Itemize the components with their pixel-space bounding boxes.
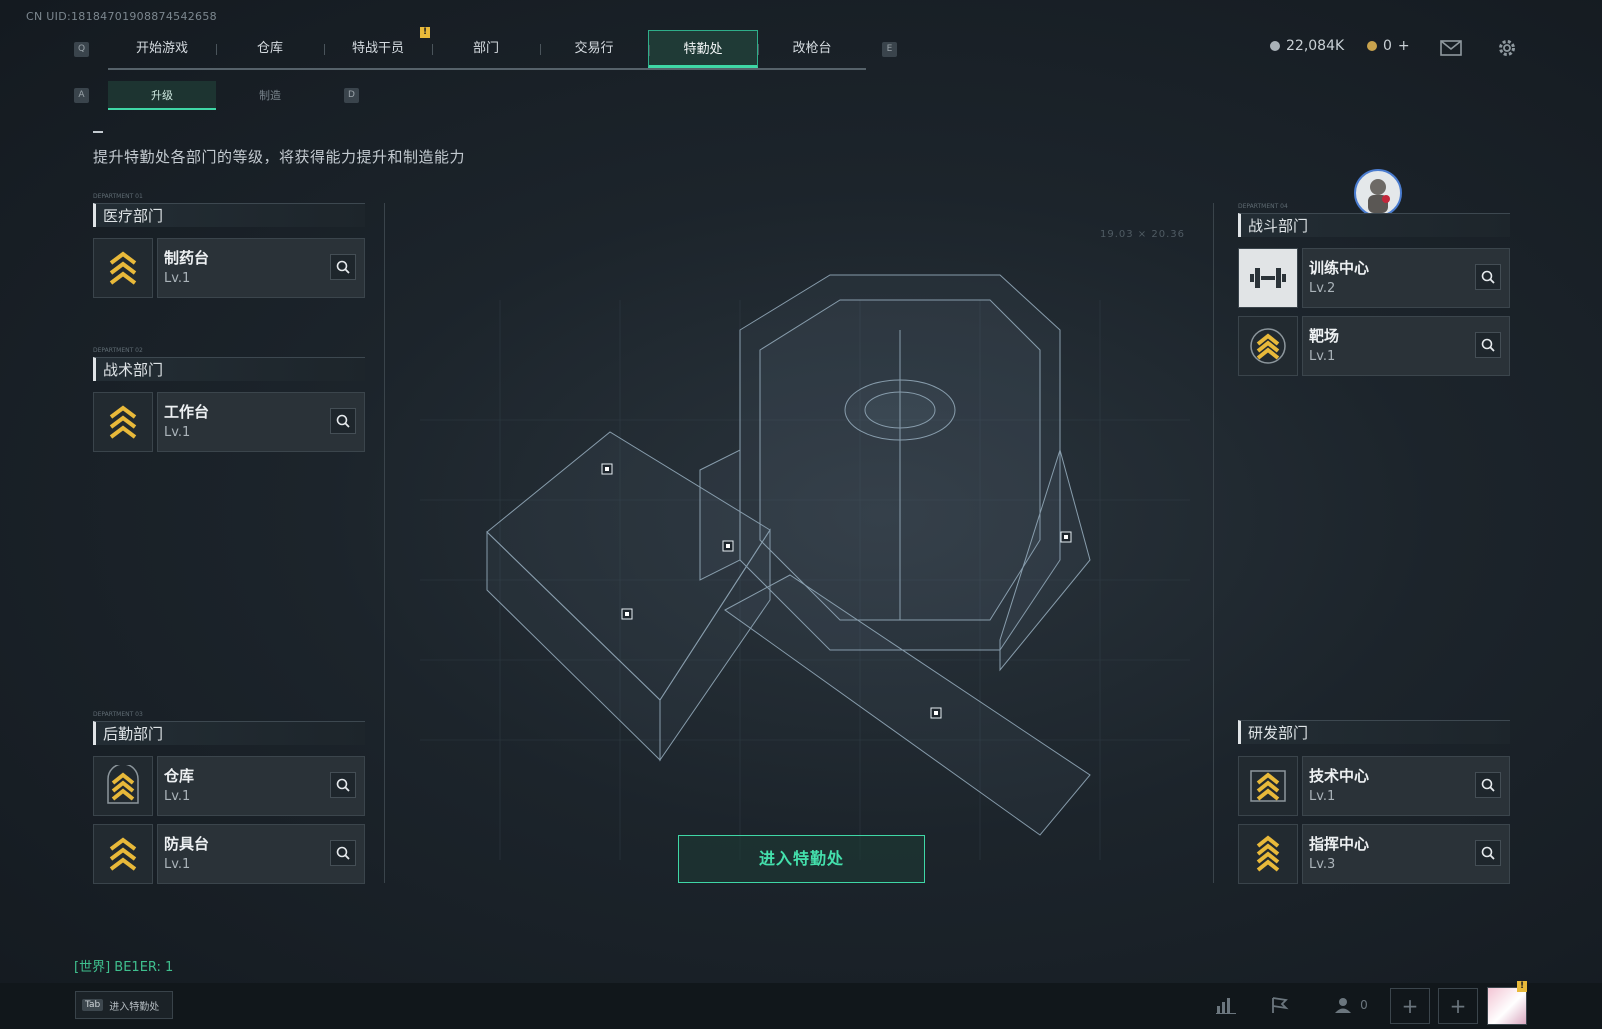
main-nav: 开始游戏 仓库 特战干员 部门 交易行 特勤处 改枪台	[108, 30, 866, 70]
silver-amount: 22,084K	[1286, 38, 1345, 54]
facility-info: 仓库 Lv.1	[157, 756, 365, 816]
dept-tag-logistics: DEPARTMENT 03	[93, 711, 143, 718]
mail-icon[interactable]	[1440, 40, 1462, 56]
chevron-rank-icon	[93, 238, 153, 298]
nav-next-key[interactable]: E	[882, 42, 897, 57]
facility-card-training-center[interactable]: 训练中心 Lv.2	[1238, 248, 1510, 308]
facility-info: 靶场 Lv.1	[1302, 316, 1510, 376]
left-divider	[384, 203, 385, 883]
friends-button[interactable]: 0	[1326, 992, 1376, 1018]
dept-title-tactical: 战术部门	[93, 357, 365, 381]
facility-card-armor-bench[interactable]: 防具台 Lv.1	[93, 824, 365, 884]
facility-card-tech-center[interactable]: 技术中心 Lv.1	[1238, 756, 1510, 816]
tab-gunsmith[interactable]: 改枪台	[758, 30, 866, 68]
dept-title-medical: 医疗部门	[93, 203, 365, 227]
enter-special-ops-button[interactable]: 进入特勤处	[678, 835, 925, 883]
search-icon[interactable]	[330, 772, 356, 798]
building-wireframe	[486, 274, 1091, 836]
add-teammate-slot-2[interactable]: +	[1438, 988, 1478, 1024]
search-icon[interactable]	[1475, 840, 1501, 866]
dept-tag-combat: DEPARTMENT 04	[1238, 203, 1288, 210]
player-avatar[interactable]	[1487, 987, 1527, 1025]
tab-shortcut-hint[interactable]: Tab 进入特勤处	[75, 991, 173, 1019]
chevron-rank-icon	[93, 824, 153, 884]
facility-info: 指挥中心 Lv.3	[1302, 824, 1510, 884]
chevron-rank-icon	[1238, 316, 1298, 376]
dept-title-logistics: 后勤部门	[93, 721, 365, 745]
page-description: 提升特勤处各部门的等级，将获得能力提升和制造能力	[93, 148, 466, 166]
nav-prev-key[interactable]: Q	[74, 42, 89, 57]
facility-card-range[interactable]: 靶场 Lv.1	[1238, 316, 1510, 376]
tab-warehouse[interactable]: 仓库	[216, 30, 324, 68]
dept-tag-medical: DEPARTMENT 01	[93, 193, 143, 200]
facility-info: 防具台 Lv.1	[157, 824, 365, 884]
chevron-rank-icon	[93, 756, 153, 816]
subtab-bar: 升级 制造	[108, 81, 324, 110]
chevron-rank-icon	[1238, 756, 1298, 816]
facility-info: 训练中心 Lv.2	[1302, 248, 1510, 308]
search-icon[interactable]	[330, 408, 356, 434]
tab-department[interactable]: 部门	[432, 30, 540, 68]
facility-card-workbench[interactable]: 工作台 Lv.1	[93, 392, 365, 452]
avatar-alert-badge: !	[1517, 981, 1527, 992]
stats-icon[interactable]	[1213, 992, 1239, 1018]
facility-card-pharmacy[interactable]: 制药台 Lv.1	[93, 238, 365, 298]
subtab-craft[interactable]: 制造	[216, 81, 324, 110]
search-icon[interactable]	[1475, 264, 1501, 290]
gold-coin-icon	[1367, 41, 1377, 51]
chevron-rank-icon	[93, 392, 153, 452]
subtab-prev-key[interactable]: A	[74, 88, 89, 103]
friends-icon	[1335, 998, 1352, 1013]
player-uid: CN UID:18184701908874542658	[26, 10, 217, 23]
add-teammate-slot-1[interactable]: +	[1390, 988, 1430, 1024]
facility-info: 制药台 Lv.1	[157, 238, 365, 298]
search-icon[interactable]	[330, 840, 356, 866]
gold-currency[interactable]: 0 +	[1367, 38, 1410, 54]
chevron-rank-icon	[1238, 824, 1298, 884]
flag-icon[interactable]	[1267, 992, 1293, 1018]
friends-count: 0	[1360, 998, 1368, 1012]
silver-currency[interactable]: 22,084K	[1270, 38, 1344, 54]
dept-title-combat: 战斗部门	[1238, 213, 1510, 237]
tab-operators[interactable]: 特战干员	[324, 30, 432, 68]
subtab-upgrade[interactable]: 升级	[108, 81, 216, 110]
search-icon[interactable]	[330, 254, 356, 280]
facility-info: 工作台 Lv.1	[157, 392, 365, 452]
dept-title-research: 研发部门	[1238, 720, 1510, 744]
world-chat[interactable]: [世界] BE1ER: 1	[74, 956, 173, 975]
dept-tag-tactical: DEPARTMENT 02	[93, 347, 143, 354]
facility-card-storage[interactable]: 仓库 Lv.1	[93, 756, 365, 816]
gear-icon[interactable]	[1496, 37, 1518, 59]
silver-coin-icon	[1270, 41, 1280, 51]
desc-mark	[93, 131, 103, 133]
tab-key: Tab	[82, 999, 104, 1011]
tab-shortcut-label: 进入特勤处	[109, 1001, 160, 1013]
gold-amount: 0	[1383, 38, 1392, 54]
operators-alert-badge: !	[420, 27, 430, 38]
avatar[interactable]	[1354, 169, 1402, 217]
facility-info: 技术中心 Lv.1	[1302, 756, 1510, 816]
tab-special-ops[interactable]: 特勤处	[648, 30, 758, 68]
dumbbell-icon	[1238, 248, 1298, 308]
coordinate-readout: 19.03 × 20.36	[1100, 229, 1185, 240]
chat-message: BE1ER: 1	[114, 960, 174, 975]
subtab-next-key[interactable]: D	[344, 88, 359, 103]
tab-start-game[interactable]: 开始游戏	[108, 30, 216, 68]
facility-card-command-center[interactable]: 指挥中心 Lv.3	[1238, 824, 1510, 884]
right-divider	[1213, 203, 1214, 883]
chat-channel: [世界]	[74, 960, 111, 975]
search-icon[interactable]	[1475, 332, 1501, 358]
search-icon[interactable]	[1475, 772, 1501, 798]
tab-trade[interactable]: 交易行	[540, 30, 648, 68]
gold-add[interactable]: +	[1398, 38, 1410, 54]
